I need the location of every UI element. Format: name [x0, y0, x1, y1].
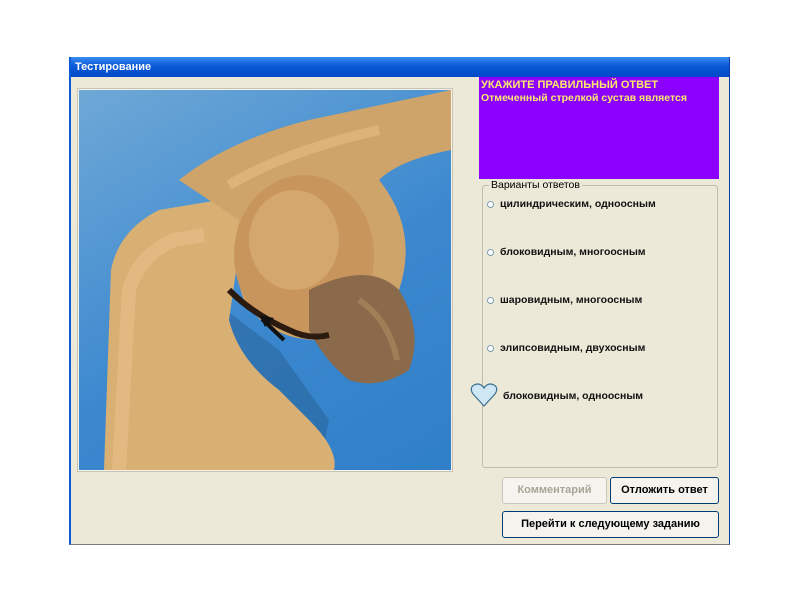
answer-option-label: элипсовидным, двухосным [500, 342, 646, 354]
answer-option-5[interactable]: блоковидным, одноосным [503, 390, 643, 402]
answer-option-label: цилиндрическим, одноосным [500, 198, 656, 210]
answer-option-label: блоковидным, многоосным [500, 246, 646, 258]
radio-button[interactable] [487, 248, 494, 256]
postpone-answer-button[interactable]: Отложить ответ [610, 477, 719, 504]
image-frame [77, 88, 453, 472]
question-text: Отмеченный стрелкой сустав является [481, 92, 687, 104]
anatomy-photo [79, 90, 451, 470]
answer-option-label: шаровидным, многоосным [500, 294, 643, 306]
comment-button[interactable]: Комментарий [502, 477, 607, 504]
test-window: Тестирование УКАЖИТЕ ПРАВИЛЬНЫЙ ОТВЕТ От… [69, 57, 730, 545]
answer-options-group: Варианты ответов цилиндрическим, одноосн… [470, 179, 718, 468]
radio-button[interactable] [487, 200, 494, 208]
next-task-button[interactable]: Перейти к следующему заданию [502, 511, 719, 538]
answer-option-label: блоковидным, одноосным [503, 390, 644, 402]
heart-icon [470, 382, 498, 413]
window-title: Тестирование [71, 57, 729, 77]
question-panel: УКАЖИТЕ ПРАВИЛЬНЫЙ ОТВЕТ Отмеченный стре… [479, 77, 719, 179]
answer-option-1[interactable]: цилиндрическим, одноосным [487, 198, 656, 210]
answer-option-3[interactable]: шаровидным, многоосным [487, 294, 642, 306]
question-heading: УКАЖИТЕ ПРАВИЛЬНЫЙ ОТВЕТ [481, 79, 659, 91]
radio-button[interactable] [487, 344, 494, 352]
answer-options-title: Варианты ответов [489, 179, 582, 191]
radio-button[interactable] [487, 296, 494, 304]
answer-option-2[interactable]: блоковидным, многоосным [487, 246, 646, 258]
answer-option-4[interactable]: элипсовидным, двухосным [487, 342, 645, 354]
